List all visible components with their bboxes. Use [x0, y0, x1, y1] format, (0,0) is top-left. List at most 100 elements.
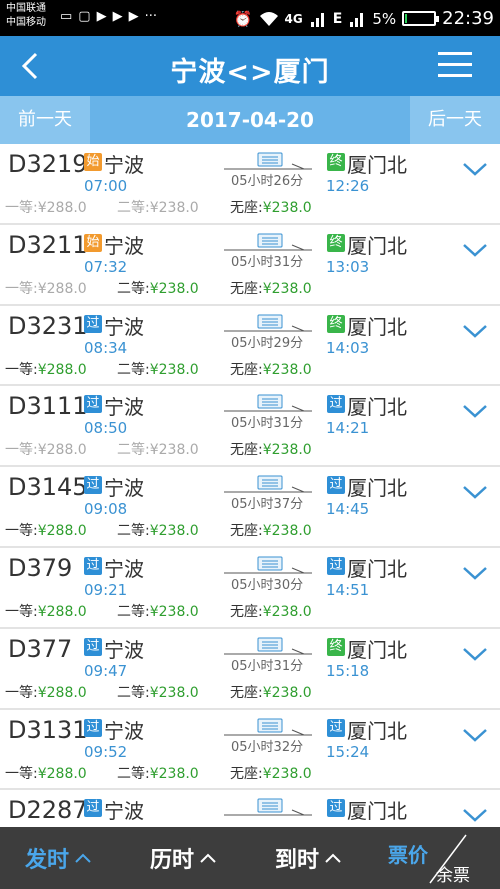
train-row[interactable]: D3131 过 宁波 09:52 05小时32分 过 厦门北 15:24 一等:… — [0, 709, 500, 791]
seat-price: ¥288.0 — [37, 280, 87, 297]
seat-price: ¥238.0 — [262, 442, 312, 459]
current-date[interactable]: 2017-04-20 — [90, 96, 410, 144]
departure-badge: 过 — [84, 718, 102, 737]
arrival-time: 12:26 — [326, 177, 370, 195]
more-icon: ··· — [144, 9, 157, 24]
arrival-badge: 过 — [327, 395, 345, 414]
trip-duration: 05小时29分 — [231, 335, 304, 351]
arrival-time: 15:18 — [326, 661, 370, 680]
seat-label: 一等: — [5, 200, 38, 216]
seat-label: 无座: — [230, 765, 263, 782]
train-icon — [224, 314, 312, 332]
train-row[interactable]: D2287 过 宁波 过 厦门北 — [0, 790, 500, 827]
train-row[interactable]: D3111 过 宁波 08:50 05小时31分 过 厦门北 14:21 一等:… — [0, 386, 500, 468]
departure-station: 宁波 — [104, 556, 144, 581]
departure-badge: 始 — [84, 233, 102, 252]
seat-price: ¥238.0 — [149, 765, 199, 782]
chevron-down-icon[interactable] — [462, 807, 488, 823]
seat-label: 一等: — [5, 280, 38, 297]
seat-price: ¥238.0 — [262, 523, 312, 540]
arrival-badge: 终 — [327, 637, 345, 656]
chevron-down-icon[interactable] — [462, 565, 488, 581]
departure-time: 09:47 — [84, 661, 128, 680]
carrier-info: 中国联通 中国移动 — [6, 2, 46, 30]
chevron-down-icon[interactable] — [462, 403, 488, 419]
train-row[interactable]: D3145 过 宁波 09:08 05小时37分 过 厦门北 14:45 一等:… — [0, 467, 500, 548]
message-icon: ▭ — [60, 9, 73, 24]
sort-departure-label: 发时 — [25, 848, 70, 873]
trip-duration: 05小时31分 — [231, 658, 304, 674]
chevron-down-icon[interactable] — [462, 161, 488, 177]
seat-price: ¥288.0 — [37, 442, 87, 459]
train-row[interactable]: D379 过 宁波 09:21 05小时30分 过 厦门北 14:51 一等:¥… — [0, 547, 500, 629]
seat-label: 二等: — [117, 765, 150, 782]
train-list: D3219 始 宁波 07:00 05小时26分 终 厦门北 12:26 一等:… — [0, 144, 500, 827]
sort-by-departure[interactable]: 发时 — [25, 827, 91, 889]
trip-duration: 05小时30分 — [231, 577, 304, 593]
seat-price: ¥238.0 — [149, 442, 199, 459]
train-icon — [224, 475, 312, 493]
prev-day-button[interactable]: 前一天 — [0, 96, 90, 144]
next-day-button[interactable]: 后一天 — [410, 96, 500, 144]
train-row[interactable]: D3231 过 宁波 08:34 05小时29分 终 厦门北 14:03 一等:… — [0, 305, 500, 387]
arrival-station: 厦门北 — [347, 718, 407, 743]
train-row[interactable]: D3219 始 宁波 07:00 05小时26分 终 厦门北 12:26 一等:… — [0, 144, 500, 225]
seat-price: ¥238.0 — [262, 200, 312, 216]
chevron-down-icon[interactable] — [462, 484, 488, 500]
departure-time: 07:32 — [84, 257, 128, 276]
arrival-station: 厦门北 — [347, 556, 407, 581]
back-button[interactable] — [14, 48, 50, 84]
arrival-time: 14:51 — [326, 580, 370, 599]
arrival-station: 厦门北 — [347, 476, 407, 501]
seat-label: 二等: — [117, 603, 150, 620]
chevron-left-icon — [21, 52, 38, 80]
seat-price: ¥238.0 — [262, 684, 312, 701]
first-class-seat: 一等:¥288.0 — [5, 439, 87, 459]
seat-label: 无座: — [230, 280, 263, 297]
signal-icon — [350, 12, 364, 27]
train-row[interactable]: D3211 始 宁波 07:32 05小时31分 终 厦门北 13:03 一等:… — [0, 224, 500, 306]
seat-label: 一等: — [5, 684, 38, 701]
arrival-badge: 过 — [327, 476, 345, 495]
sort-by-arrival[interactable]: 到时 — [275, 827, 341, 889]
carrier-2: 中国移动 — [6, 17, 46, 28]
trip-duration: 05小时31分 — [231, 254, 304, 270]
chevron-down-icon[interactable] — [462, 727, 488, 743]
train-number: D3231 — [8, 311, 88, 340]
signal-icon — [310, 12, 324, 27]
sort-by-price-remaining[interactable]: 票价 余票 — [384, 827, 500, 889]
trip-duration: 05小时37分 — [231, 497, 304, 513]
seat-label: 一等: — [5, 523, 38, 540]
seat-price: ¥238.0 — [262, 603, 312, 620]
arrival-time: 14:21 — [326, 419, 370, 438]
menu-button[interactable] — [438, 52, 472, 80]
departure-station: 宁波 — [104, 314, 144, 339]
carrier-1: 中国联通 — [6, 3, 46, 14]
sort-arrival-label: 到时 — [275, 848, 320, 873]
train-icon — [224, 718, 312, 736]
arrival-time: 13:03 — [326, 257, 370, 276]
train-number: D3145 — [8, 473, 88, 502]
sort-by-duration[interactable]: 历时 — [150, 827, 216, 889]
chevron-down-icon[interactable] — [462, 646, 488, 662]
seat-label: 无座: — [230, 442, 263, 459]
second-class-seat: 二等:¥238.0 — [117, 439, 199, 459]
train-row[interactable]: D377 过 宁波 09:47 05小时31分 终 厦门北 15:18 一等:¥… — [0, 628, 500, 710]
train-number: D2287 — [8, 796, 88, 825]
network-type: 4G — [284, 11, 303, 26]
first-class-seat: 一等:¥288.0 — [5, 682, 87, 702]
no-seat: 无座:¥238.0 — [230, 359, 312, 379]
seat-label: 无座: — [230, 523, 263, 540]
status-bar: 中国联通 中国移动 ▭ ▢ ▶ ▶ ▶ ··· ⏰ 4G E 5% 22:39 — [0, 0, 500, 36]
train-icon — [224, 556, 312, 574]
seat-label: 一等: — [5, 361, 38, 378]
chevron-down-icon[interactable] — [462, 242, 488, 258]
seat-label: 二等: — [117, 684, 150, 701]
departure-time: 09:08 — [84, 500, 128, 519]
battery-level — [405, 14, 408, 23]
seat-price: ¥238.0 — [262, 361, 312, 378]
departure-time: 08:34 — [84, 338, 128, 357]
chevron-down-icon[interactable] — [462, 323, 488, 339]
first-class-seat: 一等:¥288.0 — [5, 197, 87, 217]
second-class-seat: 二等:¥238.0 — [117, 359, 199, 379]
